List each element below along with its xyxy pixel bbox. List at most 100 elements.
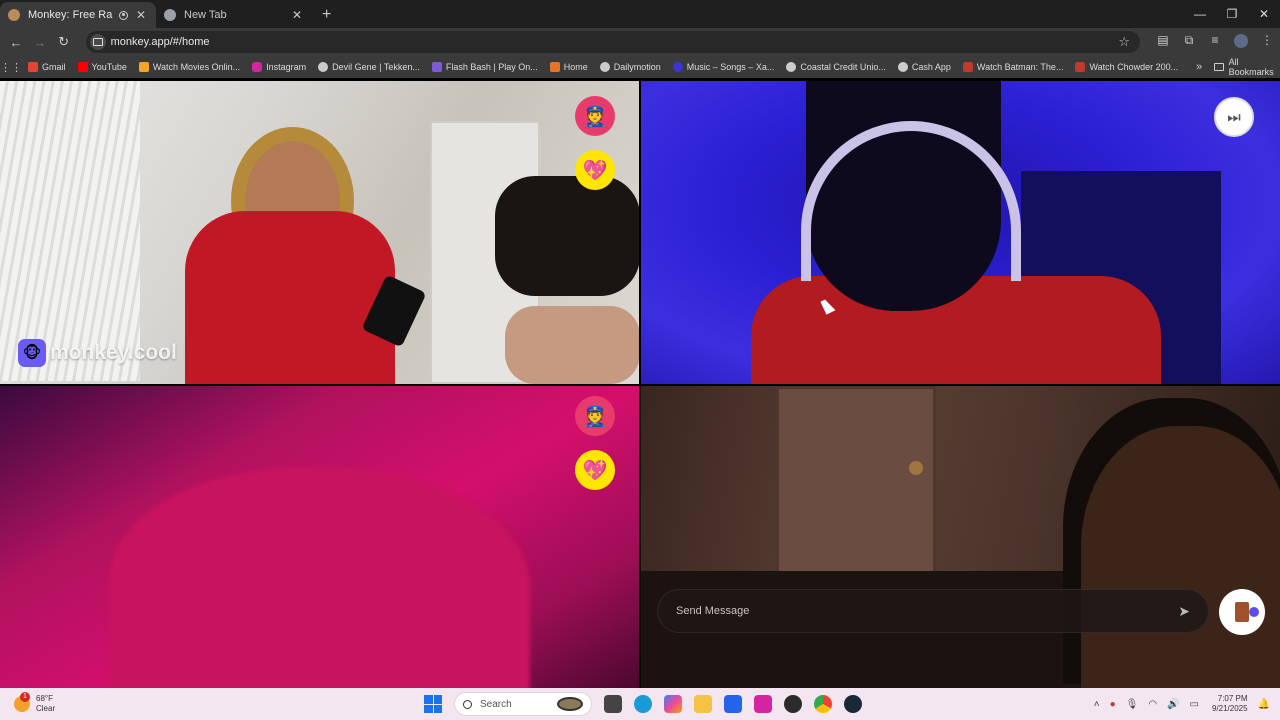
clock[interactable]: 7:07 PM 9/21/2025 (1212, 694, 1248, 714)
bookmark-label: Dailymotion (613, 62, 661, 72)
bookmark-coastal-credit[interactable]: Coastal Credit Unio... (780, 62, 892, 72)
recording-icon (119, 10, 128, 20)
bookmark-music[interactable]: Music – Songs – Xa... (667, 62, 781, 72)
media-controls-icon[interactable]: ≡ (1202, 33, 1228, 51)
chrome-icon[interactable] (814, 695, 832, 713)
bookmark-gmail[interactable]: Gmail (22, 62, 72, 72)
tab-title: New Tab (184, 9, 227, 21)
site-camera-icon[interactable] (89, 34, 106, 50)
like-heart-button[interactable]: 💖 (575, 150, 615, 190)
back-arrow-icon[interactable]: ← (4, 35, 28, 50)
all-bookmarks-button[interactable]: All Bookmarks (1214, 57, 1280, 77)
toolbar-actions: ▤ ⧉ ≡ ⋮ (1150, 33, 1280, 51)
bookmark-instagram[interactable]: Instagram (246, 62, 312, 72)
folder-icon (1214, 63, 1224, 71)
window-controls: — ❐ ✕ (1184, 0, 1280, 28)
background-door (776, 386, 936, 596)
home-icon (549, 62, 560, 72)
chat-input-bar[interactable]: ➤ (657, 589, 1209, 633)
url-text[interactable]: monkey.app/#/home (111, 36, 1119, 48)
bookmark-label: Instagram (266, 62, 307, 72)
youtube-icon (77, 62, 88, 72)
copilot-icon[interactable] (664, 695, 682, 713)
skip-next-button[interactable]: ⏭ (1214, 97, 1254, 137)
police-officer-icon: 👮 (582, 105, 608, 128)
send-message-input[interactable] (676, 605, 1179, 617)
windows-start-icon[interactable] (424, 695, 442, 713)
forward-arrow-icon[interactable]: → (28, 35, 52, 50)
video-feed-top-right: ⏭ (641, 81, 1280, 384)
bookmark-dailymotion[interactable]: Dailymotion (594, 62, 667, 72)
notification-bell-icon[interactable]: 🔔 (1258, 699, 1270, 710)
apps-grid-icon[interactable]: ⋮⋮ (0, 61, 22, 74)
tab-new-tab[interactable]: New Tab ✕ (156, 2, 312, 28)
monkey-logo-icon: 🐵 (18, 339, 46, 367)
profile-avatar[interactable] (1228, 33, 1254, 51)
game-app-icon[interactable] (784, 695, 802, 713)
bookmark-star-icon[interactable]: ☆ (1118, 34, 1130, 50)
like-heart-button[interactable]: 💖 (575, 450, 615, 490)
bookmark-label: Devil Gene | Tekken... (332, 62, 420, 72)
bookmark-home[interactable]: Home (544, 62, 594, 72)
second-person (495, 176, 639, 296)
bookmark-label: Gmail (42, 62, 66, 72)
monkey-favicon-icon (8, 9, 20, 21)
tab-close-icon[interactable]: ✕ (134, 8, 148, 22)
video-feed-top-left: 🐵 monkey.cool 👮 💖 (0, 81, 639, 384)
bookmark-cash-app[interactable]: Cash App (892, 62, 957, 72)
new-tab-button[interactable]: + (312, 2, 341, 28)
sun-weather-icon: 1 (14, 692, 30, 712)
extensions-icon[interactable]: ⧉ (1176, 33, 1202, 51)
tab-close-icon[interactable]: ✕ (290, 8, 304, 22)
leave-room-button[interactable] (1219, 589, 1265, 635)
clock-time: 7:07 PM (1217, 694, 1248, 703)
globe-icon (599, 62, 610, 72)
blurred-subject (110, 466, 530, 689)
taskbar-search[interactable]: Search (454, 692, 592, 716)
bookmark-devil-gene[interactable]: Devil Gene | Tekken... (312, 62, 426, 72)
chrome-favicon-icon (164, 9, 176, 21)
bookmark-flash-bash[interactable]: Flash Bash | Play On... (426, 62, 544, 72)
battery-icon[interactable]: ▭ (1190, 699, 1199, 710)
edge-icon[interactable] (634, 695, 652, 713)
weather-widget[interactable]: 1 68°F Clear (0, 692, 120, 714)
exit-door-icon (1235, 602, 1259, 622)
bookmark-label: Cash App (911, 62, 951, 72)
skip-forward-icon: ⏭ (1227, 108, 1241, 126)
saturn-search-highlight-icon (557, 697, 583, 711)
heart-icon: 💖 (582, 459, 608, 482)
monkey-watermark: 🐵 monkey.cool (18, 339, 177, 367)
task-view-icon[interactable] (604, 695, 622, 713)
report-police-button[interactable]: 👮 (575, 396, 615, 436)
minimize-icon[interactable]: — (1184, 0, 1216, 28)
send-arrow-icon[interactable]: ➤ (1178, 603, 1190, 620)
tab-monkey[interactable]: Monkey: Free Random Vid ✕ (0, 2, 156, 28)
bookmark-watch-movies[interactable]: Watch Movies Onlin... (133, 62, 246, 72)
menu-kebab-icon[interactable]: ⋮ (1254, 33, 1280, 51)
bookmarks-overflow-icon[interactable]: » (1184, 61, 1214, 73)
chevron-up-icon[interactable]: ˄ (1094, 699, 1100, 710)
bookmark-batman[interactable]: Watch Batman: The... (957, 62, 1070, 72)
bookmark-youtube[interactable]: YouTube (72, 62, 133, 72)
address-bar[interactable]: monkey.app/#/home ☆ (85, 31, 1141, 53)
file-explorer-icon[interactable] (694, 695, 712, 713)
reading-mode-icon[interactable]: ▤ (1150, 33, 1176, 51)
antivirus-icon[interactable]: ● (1110, 699, 1116, 710)
door-knob (909, 461, 923, 475)
tab-strip: Monkey: Free Random Vid ✕ New Tab ✕ + — … (0, 0, 1280, 28)
instagram-app-icon[interactable] (754, 695, 772, 713)
wifi-icon[interactable]: ◠ (1148, 699, 1157, 710)
reload-icon[interactable]: ↻ (52, 34, 76, 50)
bookmark-label: Home (563, 62, 588, 72)
maximize-icon[interactable]: ❐ (1216, 0, 1248, 28)
close-window-icon[interactable]: ✕ (1248, 0, 1280, 28)
weather-description: Clear (36, 704, 56, 713)
report-police-button[interactable]: 👮 (575, 96, 615, 136)
microsoft-store-icon[interactable] (724, 695, 742, 713)
steam-icon[interactable] (844, 695, 862, 713)
microphone-icon[interactable]: 🎙 (1126, 699, 1139, 710)
bookmark-chowder[interactable]: Watch Chowder 200... (1069, 62, 1184, 72)
video-feed-self: ➤ (641, 386, 1280, 689)
speaker-icon[interactable]: 🔊 (1167, 699, 1179, 710)
search-icon (463, 699, 472, 709)
